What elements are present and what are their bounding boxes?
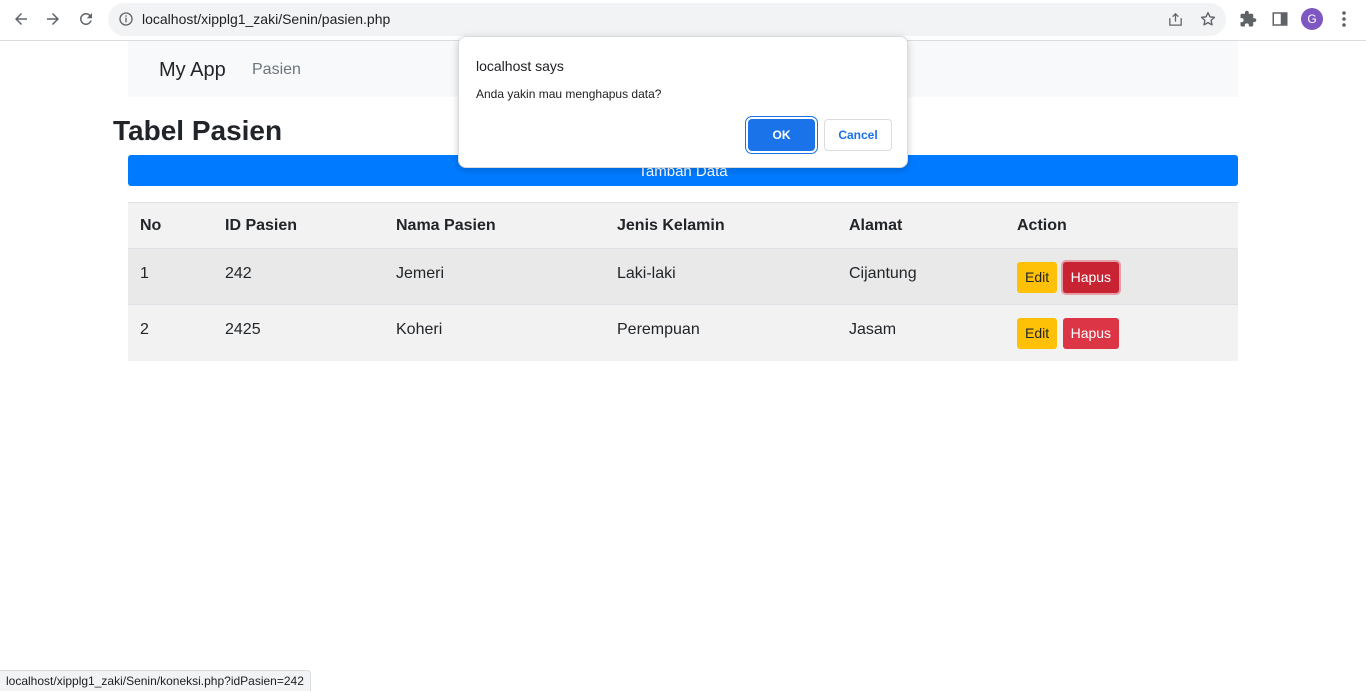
cell-no: 1 — [128, 248, 213, 305]
cell-gender: Perempuan — [605, 304, 837, 361]
dialog-ok-button[interactable]: OK — [748, 119, 815, 151]
more-vertical-icon[interactable] — [1336, 10, 1352, 28]
cell-action: Edit Hapus — [1005, 248, 1238, 305]
forward-button[interactable] — [40, 8, 66, 30]
table-header-row: No ID Pasien Nama Pasien Jenis Kelamin A… — [128, 202, 1238, 249]
back-button[interactable] — [8, 8, 34, 30]
header-id-pasien: ID Pasien — [213, 202, 384, 249]
cell-gender: Laki-laki — [605, 248, 837, 305]
share-icon[interactable] — [1167, 11, 1184, 28]
header-no: No — [128, 202, 213, 249]
cell-id: 242 — [213, 248, 384, 305]
url-text[interactable]: localhost/xipplg1_zaki/Senin/pasien.php — [142, 11, 390, 27]
patient-table: No ID Pasien Nama Pasien Jenis Kelamin A… — [128, 202, 1238, 361]
header-action: Action — [1005, 202, 1238, 249]
cell-id: 2425 — [213, 304, 384, 361]
side-panel-icon[interactable] — [1271, 10, 1289, 28]
dialog-cancel-button[interactable]: Cancel — [824, 119, 892, 151]
table-row: 2 2425 Koheri Perempuan Jasam Edit Hapus — [128, 304, 1238, 361]
browser-toolbar: localhost/xipplg1_zaki/Senin/pasien.php … — [0, 0, 1366, 41]
address-bar[interactable]: localhost/xipplg1_zaki/Senin/pasien.php — [108, 3, 1226, 36]
header-alamat: Alamat — [837, 202, 1005, 249]
edit-button[interactable]: Edit — [1017, 262, 1058, 293]
delete-button[interactable]: Hapus — [1062, 318, 1120, 349]
status-bar-url: localhost/xipplg1_zaki/Senin/koneksi.php… — [0, 670, 311, 691]
nav-link-pasien[interactable]: Pasien — [252, 61, 301, 79]
bookmark-star-icon[interactable] — [1199, 10, 1217, 28]
arrow-left-icon — [15, 13, 27, 25]
header-nama-pasien: Nama Pasien — [384, 202, 605, 249]
confirm-dialog: localhost says Anda yakin mau menghapus … — [458, 36, 908, 168]
cell-name: Jemeri — [384, 248, 605, 305]
delete-button[interactable]: Hapus — [1062, 262, 1120, 293]
edit-button[interactable]: Edit — [1017, 318, 1058, 349]
extensions-puzzle-icon[interactable] — [1239, 10, 1257, 28]
arrow-right-icon — [47, 13, 59, 25]
header-jenis-kelamin: Jenis Kelamin — [605, 202, 837, 249]
cell-address: Jasam — [837, 304, 1005, 361]
cell-no: 2 — [128, 304, 213, 361]
reload-button[interactable] — [73, 8, 99, 30]
dialog-title: localhost says — [476, 58, 564, 74]
info-icon[interactable] — [118, 11, 134, 27]
table-row: 1 242 Jemeri Laki-laki Cijantung Edit Ha… — [128, 248, 1238, 305]
cell-name: Koheri — [384, 304, 605, 361]
dialog-message: Anda yakin mau menghapus data? — [476, 87, 662, 101]
navbar-brand[interactable]: My App — [159, 59, 226, 82]
profile-avatar[interactable]: G — [1301, 8, 1323, 30]
cell-address: Cijantung — [837, 248, 1005, 305]
cell-action: Edit Hapus — [1005, 304, 1238, 361]
page-title: Tabel Pasien — [113, 115, 283, 146]
reload-icon — [79, 12, 92, 25]
